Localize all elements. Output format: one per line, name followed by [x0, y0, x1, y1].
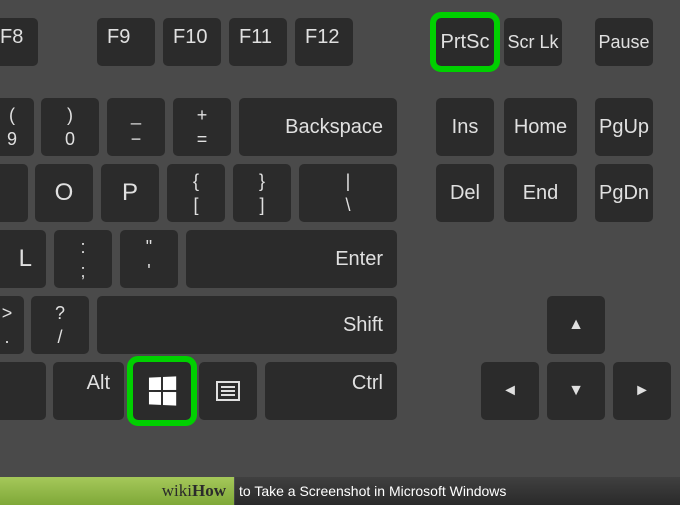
keyboard-diagram: F8 F9 F10 F11 F12 PrtSc Scr Lk Pause ( 9… [0, 0, 680, 505]
key-l[interactable]: L [0, 230, 46, 288]
key-upper: _ [131, 106, 141, 124]
key-enter[interactable]: Enter [186, 230, 397, 288]
key-pgdn[interactable]: PgDn [595, 164, 653, 222]
key-label: PgUp [599, 116, 649, 139]
key-label: F12 [305, 26, 339, 49]
caption-text: to Take a Screenshot in Microsoft Window… [239, 483, 506, 499]
key-lower: ' [147, 262, 150, 280]
key-label: Enter [335, 248, 383, 271]
key-label: P [122, 179, 138, 207]
down-arrow-icon: ▼ [568, 382, 584, 400]
key-shift[interactable]: Shift [97, 296, 397, 354]
key-minus[interactable]: _ − [107, 98, 165, 156]
key-arrow-left[interactable]: ◄ [481, 362, 539, 420]
key-label: Home [514, 116, 567, 139]
key-label: F9 [107, 26, 130, 49]
key-backspace[interactable]: Backspace [239, 98, 397, 156]
key-lower: [ [193, 196, 198, 214]
key-upper: + [197, 106, 208, 124]
key-semicolon[interactable]: : ; [54, 230, 112, 288]
key-pause[interactable]: Pause [595, 18, 653, 66]
up-arrow-icon: ▲ [568, 316, 584, 334]
caption-title: to Take a Screenshot in Microsoft Window… [234, 477, 680, 505]
windows-icon [149, 376, 176, 405]
key-home[interactable]: Home [504, 98, 577, 156]
key-alt[interactable]: Alt [53, 362, 124, 420]
key-label: Ins [452, 116, 479, 139]
key-f8[interactable]: F8 [0, 18, 38, 66]
key-label: Scr Lk [507, 32, 558, 53]
key-lower: ; [80, 262, 85, 280]
key-label: Shift [343, 314, 383, 337]
key-upper: ) [67, 106, 73, 124]
key-upper: > [2, 304, 13, 322]
key-f10[interactable]: F10 [163, 18, 221, 66]
key-label: PrtSc [441, 31, 490, 54]
key-upper: | [346, 172, 351, 190]
caption-brand: wikiHow [0, 477, 234, 505]
key-label: L [19, 245, 32, 273]
key-lower: ] [259, 196, 264, 214]
key-label: PgDn [599, 182, 649, 205]
key-label: O [55, 179, 74, 207]
key-quote[interactable]: " ' [120, 230, 178, 288]
key-p[interactable]: P [101, 164, 159, 222]
key-lower: \ [345, 196, 350, 214]
caption-bar: wikiHow to Take a Screenshot in Microsof… [0, 477, 680, 505]
key-lower: 9 [7, 130, 17, 148]
key-upper: { [193, 172, 199, 190]
key-scrlk[interactable]: Scr Lk [504, 18, 562, 66]
key-rbracket[interactable]: } ] [233, 164, 291, 222]
key-label: End [523, 182, 559, 205]
key-upper: ? [55, 304, 65, 322]
key-label: Alt [87, 372, 110, 395]
key-label: F8 [0, 26, 23, 49]
key-f12[interactable]: F12 [295, 18, 353, 66]
key-arrow-up[interactable]: ▲ [547, 296, 605, 354]
wikihow-logo: wikiHow [162, 481, 226, 501]
menu-icon [216, 381, 240, 401]
key-del[interactable]: Del [436, 164, 494, 222]
key-tab-partial[interactable] [0, 164, 28, 222]
key-backslash[interactable]: | \ [299, 164, 397, 222]
key-lower: / [57, 328, 62, 346]
key-lower: − [131, 130, 142, 148]
key-pgup[interactable]: PgUp [595, 98, 653, 156]
key-ins[interactable]: Ins [436, 98, 494, 156]
right-arrow-icon: ► [634, 382, 650, 400]
key-ctrl-left-partial[interactable] [0, 362, 46, 420]
key-upper: " [146, 238, 152, 256]
key-period[interactable]: > . [0, 296, 24, 354]
key-label: F11 [239, 26, 272, 49]
key-slash[interactable]: ? / [31, 296, 89, 354]
key-prtsc[interactable]: PrtSc [436, 18, 494, 66]
key-lower: = [197, 130, 208, 148]
key-equals[interactable]: + = [173, 98, 231, 156]
key-9[interactable]: ( 9 [0, 98, 34, 156]
key-lbracket[interactable]: { [ [167, 164, 225, 222]
key-lower: . [4, 328, 9, 346]
key-windows[interactable] [133, 362, 191, 420]
left-arrow-icon: ◄ [502, 382, 518, 400]
key-upper: } [259, 172, 265, 190]
key-arrow-down[interactable]: ▼ [547, 362, 605, 420]
key-f9[interactable]: F9 [97, 18, 155, 66]
key-0[interactable]: ) 0 [41, 98, 99, 156]
key-label: Ctrl [352, 372, 383, 395]
key-label: Del [450, 182, 480, 205]
key-arrow-right[interactable]: ► [613, 362, 671, 420]
key-label: F10 [173, 26, 207, 49]
key-menu[interactable] [199, 362, 257, 420]
key-o[interactable]: O [35, 164, 93, 222]
key-upper: : [80, 238, 85, 256]
key-lower: 0 [65, 130, 75, 148]
key-ctrl[interactable]: Ctrl [265, 362, 397, 420]
key-upper: ( [9, 106, 15, 124]
key-label: Pause [598, 32, 649, 53]
key-f11[interactable]: F11 [229, 18, 287, 66]
key-end[interactable]: End [504, 164, 577, 222]
key-label: Backspace [285, 116, 383, 139]
